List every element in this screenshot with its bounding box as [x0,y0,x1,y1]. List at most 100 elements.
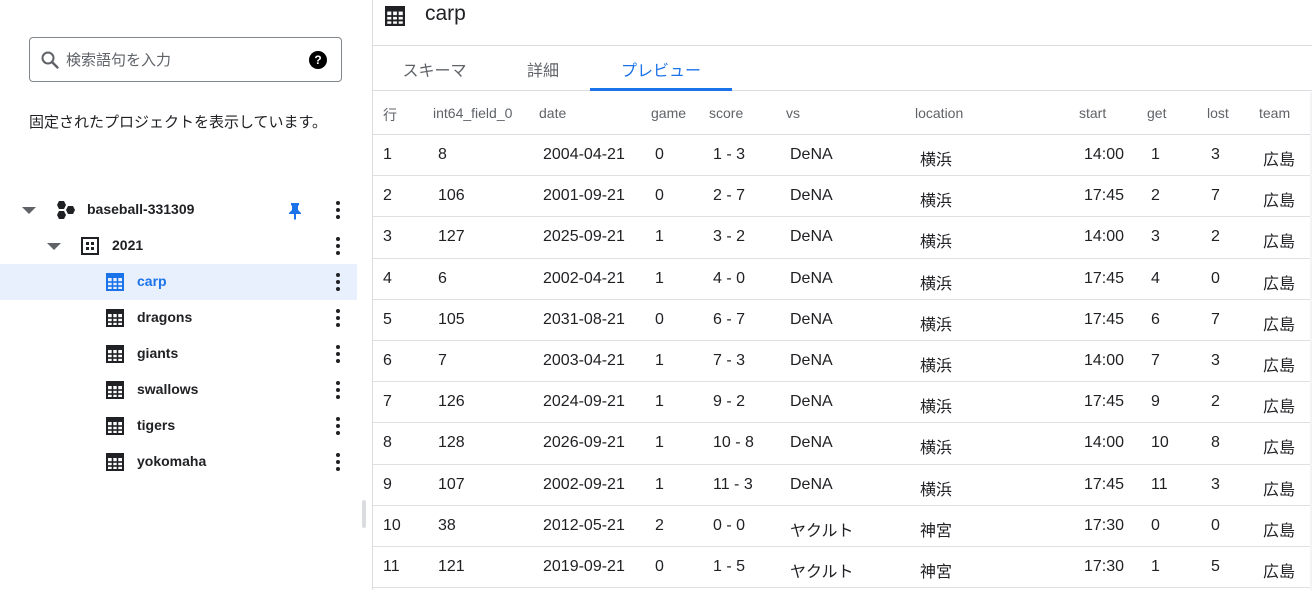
table-cell: 0 [655,557,664,575]
tab-preview[interactable]: プレビュー [590,46,732,91]
table-cell: 神宮 [920,522,953,540]
column-header: score [709,105,744,121]
table-cell: 8 [438,146,447,163]
tree-item-label: swallows [137,381,199,397]
table-icon [106,381,124,399]
table-cell: 6 [1151,310,1160,328]
table-cell: 2024-09-21 [543,393,625,411]
table-cell: 広島 [1263,522,1296,540]
table-cell: 1 - 5 [713,557,746,575]
tree-item-table-swallows[interactable]: swallows [0,372,357,408]
table-cell: 0 - 0 [713,516,746,534]
table-row: 1 8 2004-04-21 0 1 - 3 DeNA 横浜 14:00 1 3 広島 [373,135,1310,177]
table-icon [106,309,124,327]
dataset-icon [81,237,99,255]
table-cell: 9 - 2 [713,393,746,411]
preview-table: 行 int64_field_0 date game score vs location sta… [373,92,1310,589]
tree-item-table-yokomaha[interactable]: yokomaha [0,444,357,480]
table-cell: 1 [383,146,392,163]
table-cell: 3 [1211,475,1220,493]
column-header: date [539,105,567,121]
table-cell: ヤクルト [790,563,854,581]
table-cell: 4 [1151,269,1160,287]
tree-item-table-giants[interactable]: giants [0,336,357,372]
table-cell: 0 [655,187,664,205]
table-cell: 4 [383,269,392,287]
table-cell: DeNA [790,228,833,246]
more-options-icon[interactable] [334,273,342,291]
more-options-icon[interactable] [334,453,342,471]
table-cell: 横浜 [920,152,953,169]
more-options-icon[interactable] [334,417,342,435]
table-cell: 1 [655,269,664,287]
tree-item-table-dragons[interactable]: dragons [0,300,357,336]
column-header: int64_field_0 [433,105,513,121]
pin-icon[interactable] [287,202,303,220]
table-cell: 2002-04-21 [543,269,625,287]
column-header: lost [1207,105,1229,121]
column-header: start [1079,105,1107,121]
tree-item-label: 2021 [112,237,144,253]
table-cell: 2031-08-21 [543,310,625,328]
table-cell: 1 [655,351,664,369]
tree-item-label: giants [137,345,179,361]
explorer-panel: ? 固定されたプロジェクトを表示しています。 baseball-331309 [0,0,372,590]
table-cell: 11 - 3 [713,475,753,493]
table-cell: 38 [438,516,456,534]
panel-resize-handle[interactable] [362,500,366,528]
tree-item-table-carp[interactable]: carp [0,264,357,300]
more-options-icon[interactable] [334,345,342,363]
table-cell: 7 [383,393,392,411]
table-cell: 広島 [1263,152,1296,169]
table-row: 8 128 2026-09-21 1 10 - 8 DeNA 横浜 14:00 10 8 広島 [373,423,1310,465]
column-header: vs [786,105,800,121]
table-cell: 11 [383,557,400,575]
table-cell: 0 [655,146,664,163]
table-cell: 17:30 [1084,516,1125,534]
table-cell: 0 [655,310,664,328]
tree-item-table-tigers[interactable]: tigers [0,408,357,444]
search-box[interactable]: ? [29,37,342,82]
table-cell: 2001-09-21 [543,187,625,205]
tab-schema[interactable]: スキーマ [387,46,482,91]
table-cell: 3 [1151,228,1160,246]
expand-caret-icon[interactable] [47,243,61,250]
table-icon [106,417,124,435]
table-cell: 17:45 [1084,187,1125,205]
table-cell: 6 [383,351,392,369]
more-options-icon[interactable] [334,201,342,219]
tree-item-dataset[interactable]: 2021 [0,228,357,264]
table-row: 6 7 2003-04-21 1 7 - 3 DeNA 横浜 14:00 7 3 広島 [373,341,1310,383]
help-icon[interactable]: ? [309,51,327,69]
table-cell: 10 [383,516,401,534]
search-input[interactable] [66,46,296,74]
tree-item-project[interactable]: baseball-331309 [0,192,357,228]
table-cell: ヤクルト [790,522,854,540]
table-cell: 1 [1151,557,1160,575]
table-cell: 11 [1151,475,1168,493]
table-cell: 神宮 [920,563,953,581]
table-cell: 3 [1211,351,1220,369]
table-cell: 2012-05-21 [543,516,625,534]
table-cell: 14:00 [1084,146,1125,163]
table-cell: 9 [1151,393,1160,411]
table-icon [106,345,124,363]
table-cell: 14:00 [1084,351,1125,369]
pinned-projects-message: 固定されたプロジェクトを表示しています。 [29,113,328,131]
tab-details[interactable]: 詳細 [512,46,574,91]
table-row: 2 106 2001-09-21 0 2 - 7 DeNA 横浜 17:45 2 7 広島 [373,176,1310,218]
table-cell: 広島 [1263,481,1296,499]
tab-label: 詳細 [526,60,559,80]
table-cell: DeNA [790,269,833,287]
more-options-icon[interactable] [334,309,342,327]
table-cell: 17:30 [1084,557,1125,575]
table-details-panel: carp スキーマ 詳細 プレビュー 行 int64_field_0 date gam… [373,0,1312,590]
expand-caret-icon[interactable] [22,207,36,214]
search-icon [41,51,59,69]
table-cell: 14:00 [1084,434,1125,452]
more-options-icon[interactable] [334,381,342,399]
tab-label: スキーマ [402,60,467,80]
table-cell: 1 [655,393,664,411]
more-options-icon[interactable] [334,237,342,255]
project-icon [57,201,75,219]
